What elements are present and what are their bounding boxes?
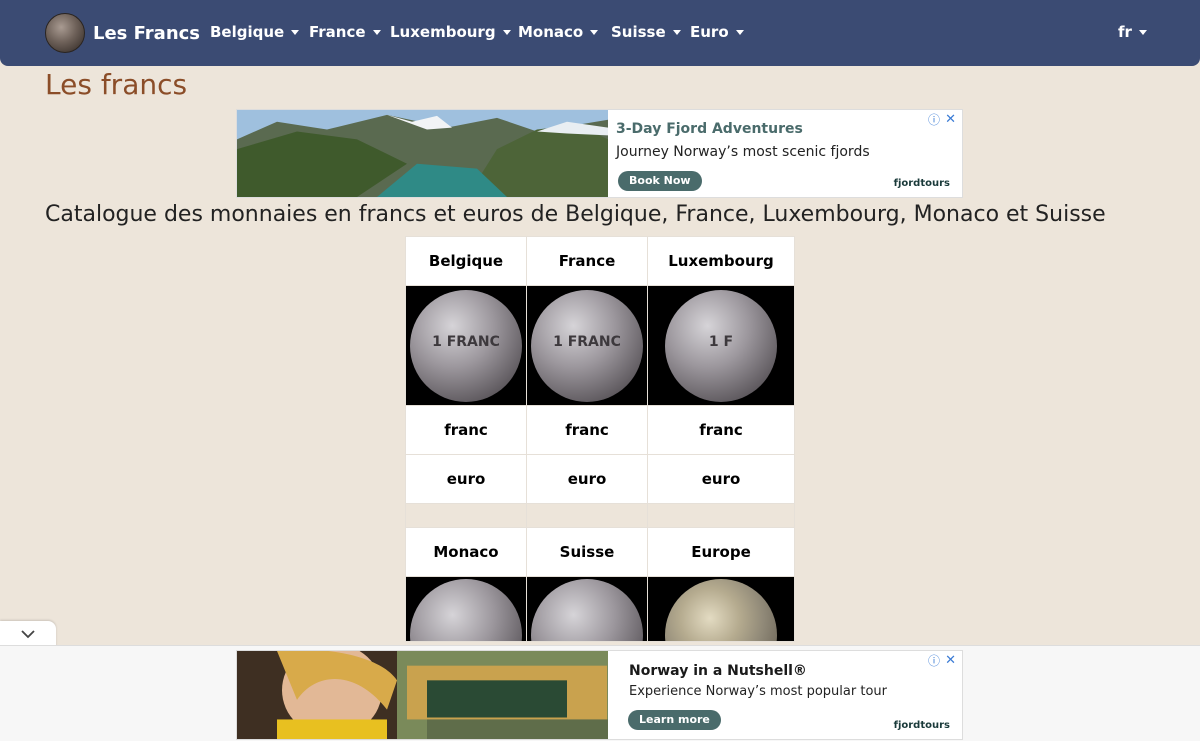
coin-cell[interactable]	[526, 576, 648, 642]
header-cell[interactable]: France	[526, 236, 648, 286]
ad-headline: 3-Day Fjord Adventures	[616, 121, 803, 137]
coin-cell[interactable]: 1 FRANC	[526, 285, 648, 406]
chevron-down-icon	[21, 630, 35, 639]
swiss-coin-image	[531, 579, 643, 641]
link-label: euro	[567, 470, 607, 488]
learn-more-button[interactable]: Learn more	[628, 710, 721, 730]
euro-link[interactable]: euro	[647, 454, 795, 504]
nav-label: Monaco	[518, 23, 584, 41]
belgian-coin-image: 1 FRANC	[410, 289, 522, 402]
nav-label: Euro	[690, 23, 729, 41]
caret-down-icon	[672, 29, 681, 35]
header-cell[interactable]: Europe	[647, 527, 795, 577]
country-label: Suisse	[559, 543, 615, 561]
nav-label: Luxembourg	[390, 23, 496, 41]
monaco-coin-image	[410, 579, 522, 641]
ad-text: Experience Norway’s most popular tour	[629, 684, 887, 699]
book-now-button[interactable]: Book Now	[618, 171, 702, 191]
euro-link[interactable]: euro	[526, 454, 648, 504]
caret-down-icon	[502, 29, 511, 35]
nav-luxembourg[interactable]: Luxembourg	[390, 23, 511, 41]
ad-headline: Norway in a Nutshell®	[629, 663, 807, 679]
caret-down-icon	[735, 29, 744, 35]
luxembourg-coin-image: 1 F	[665, 289, 777, 402]
caret-down-icon	[590, 29, 599, 35]
spacer-cell	[526, 503, 648, 528]
country-label: Monaco	[433, 543, 499, 561]
ad-info-icon[interactable]: ⓘ	[928, 111, 940, 128]
table-row: franc franc franc	[405, 405, 795, 455]
nav-france[interactable]: France	[309, 23, 381, 41]
advertiser-name: fjordtours	[893, 720, 950, 731]
link-label: euro	[446, 470, 486, 488]
page-title: Les francs	[45, 68, 188, 101]
nav-belgique[interactable]: Belgique	[210, 23, 300, 41]
coin-inscription: 1 F	[708, 333, 734, 350]
country-label: Europe	[691, 543, 751, 561]
caret-down-icon	[372, 29, 381, 35]
ad-text: Journey Norway’s most scenic fjords	[616, 144, 870, 160]
french-coin-image: 1 FRANC	[531, 289, 643, 402]
language-selector[interactable]: fr	[1118, 23, 1147, 41]
ad-info-icon[interactable]: ⓘ	[928, 652, 940, 669]
header-cell[interactable]: Belgique	[405, 236, 527, 286]
table-row: 1 FRANC 1 FRANC 1 F	[405, 285, 795, 406]
country-label: Belgique	[428, 252, 504, 270]
advertiser-name: fjordtours	[893, 178, 950, 189]
country-label: France	[558, 252, 616, 270]
train-photo	[237, 651, 608, 739]
link-label: franc	[699, 421, 743, 439]
franc-link[interactable]: franc	[647, 405, 795, 455]
caret-down-icon	[1138, 29, 1147, 35]
collapse-ad-button[interactable]	[0, 621, 56, 647]
caret-down-icon	[291, 29, 300, 35]
euro-link[interactable]: euro	[405, 454, 527, 504]
ad-close-icon[interactable]: ✕	[945, 653, 956, 668]
nav-monaco[interactable]: Monaco	[518, 23, 599, 41]
ad-close-icon[interactable]: ✕	[945, 112, 956, 127]
header-cell[interactable]: Luxembourg	[647, 236, 795, 286]
nav-label: Belgique	[210, 23, 285, 41]
coin-cell[interactable]: 1 FRANC	[405, 285, 527, 406]
nav-suisse[interactable]: Suisse	[611, 23, 681, 41]
table-row: euro euro euro	[405, 454, 795, 504]
coin-cell[interactable]	[647, 576, 795, 642]
coin-inscription: 1 FRANC	[553, 333, 621, 350]
coin-inscription: 1 FRANC	[432, 333, 500, 350]
language-label: fr	[1118, 23, 1132, 41]
link-label: euro	[701, 470, 741, 488]
header-cell[interactable]: Suisse	[526, 527, 648, 577]
coin-cell[interactable]: 1 F	[647, 285, 795, 406]
nav-euro[interactable]: Euro	[690, 23, 744, 41]
bottom-advertisement[interactable]: Norway in a Nutshell® Experience Norway’…	[236, 650, 963, 740]
franc-link[interactable]: franc	[405, 405, 527, 455]
brand-name: Les Francs	[93, 22, 201, 44]
link-label: franc	[444, 421, 488, 439]
country-label: Luxembourg	[668, 252, 774, 270]
table-row: Belgique France Luxembourg	[405, 236, 795, 286]
brand-link[interactable]: Les Francs	[45, 13, 200, 53]
top-advertisement[interactable]: 3-Day Fjord Adventures Journey Norway’s …	[236, 109, 963, 198]
euro-coin-image	[665, 579, 777, 641]
coin-cell[interactable]	[405, 576, 527, 642]
catalogue-heading: Catalogue des monnaies en francs et euro…	[45, 202, 1106, 227]
nav-label: France	[309, 23, 366, 41]
franc-link[interactable]: franc	[526, 405, 648, 455]
coin-catalogue-table: Belgique France Luxembourg 1 FRANC 1 FRA…	[405, 236, 795, 642]
header-cell[interactable]: Monaco	[405, 527, 527, 577]
table-row: Monaco Suisse Europe	[405, 527, 795, 577]
table-row	[405, 576, 795, 642]
spacer-cell	[405, 503, 527, 528]
spacer-row	[405, 503, 795, 528]
link-label: franc	[565, 421, 609, 439]
navbar: Les Francs Belgique France Luxembourg Mo…	[0, 0, 1200, 66]
nav-label: Suisse	[611, 23, 666, 41]
coin-logo-icon	[45, 13, 85, 53]
fjord-photo	[237, 110, 608, 197]
spacer-cell	[647, 503, 795, 528]
